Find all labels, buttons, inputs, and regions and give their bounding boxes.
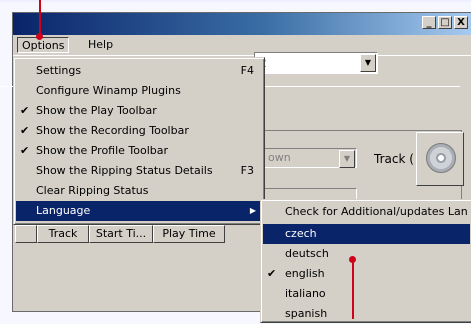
desktop-background	[0, 0, 471, 2]
menu-item-language[interactable]: Language ▶	[16, 201, 262, 221]
chevron-down-icon: ▼	[339, 150, 355, 168]
annotation-pointer-dot	[349, 256, 356, 263]
menu-item-show-ripping-status[interactable]: Show the Ripping Status Details F3	[16, 161, 262, 181]
menu-item-settings[interactable]: Settings F4	[16, 61, 262, 81]
annotation-pointer-line	[39, 0, 41, 36]
menu-help[interactable]: Help	[84, 37, 117, 53]
track-label: Track (	[374, 152, 414, 166]
menu-item-label: deutsch	[285, 247, 329, 260]
menu-item-label: Language	[36, 204, 91, 217]
menu-item-label: english	[285, 267, 325, 280]
minimize-button[interactable]: _	[422, 16, 436, 29]
accelerator-label: F3	[240, 164, 254, 177]
menu-item-show-recording-toolbar[interactable]: ✔ Show the Recording Toolbar	[16, 121, 262, 141]
menu-bar: Options Help	[13, 35, 471, 56]
language-submenu: Check for Additional/updates Lan czech d…	[260, 199, 471, 323]
accelerator-label: F4	[240, 64, 254, 77]
menu-item-show-profile-toolbar[interactable]: ✔ Show the Profile Toolbar	[16, 141, 262, 161]
menu-options[interactable]: Options	[17, 37, 70, 53]
menu-item-label: Settings	[36, 64, 82, 77]
menu-item-language-english[interactable]: ✔ english	[263, 264, 470, 284]
menu-item-show-play-toolbar[interactable]: ✔ Show the Play Toolbar	[16, 101, 262, 121]
title-bar[interactable]: _ □ X	[13, 13, 471, 35]
menu-item-label: Show the Ripping Status Details	[36, 164, 213, 177]
menu-item-check-language-updates[interactable]: Check for Additional/updates Lan	[263, 202, 470, 222]
column-header-track[interactable]: Track	[37, 225, 89, 243]
column-header-start-time[interactable]: Start Ti...	[89, 225, 153, 243]
menu-item-language-czech[interactable]: czech	[263, 224, 470, 244]
check-icon: ✔	[20, 124, 30, 137]
menu-item-label: Show the Profile Toolbar	[36, 144, 169, 157]
submenu-arrow-icon: ▶	[249, 206, 256, 215]
cd-drive-button[interactable]	[416, 132, 464, 186]
annotation-pointer-dot	[36, 33, 43, 40]
menu-item-language-spanish[interactable]: spanish	[263, 304, 470, 324]
menu-item-clear-ripping-status[interactable]: Clear Ripping Status	[16, 181, 262, 201]
menu-item-label: Show the Play Toolbar	[36, 104, 157, 117]
menu-item-label: Check for Additional/updates Lan	[285, 205, 468, 218]
menu-item-label: Show the Recording Toolbar	[36, 124, 189, 137]
menu-item-label: italiano	[285, 287, 326, 300]
maximize-button[interactable]: □	[438, 16, 452, 29]
disabled-select-value: own	[268, 151, 291, 164]
check-icon: ✔	[267, 267, 277, 280]
profile-select[interactable]: 2 ▼	[254, 52, 378, 74]
menu-item-language-deutsch[interactable]: deutsch	[263, 244, 470, 264]
menu-item-configure-plugins[interactable]: Configure Winamp Plugins	[16, 81, 262, 101]
annotation-pointer-line	[352, 259, 354, 319]
menu-item-label: spanish	[285, 307, 328, 320]
options-menu: Settings F4 Configure Winamp Plugins ✔ S…	[13, 57, 265, 225]
column-header-index[interactable]	[15, 225, 37, 243]
menu-item-label: Configure Winamp Plugins	[36, 84, 181, 97]
track-list-header: Track Start Ti... Play Time	[15, 225, 225, 243]
check-icon: ✔	[20, 104, 30, 117]
column-header-play-time[interactable]: Play Time	[153, 225, 225, 243]
cd-icon	[426, 143, 456, 173]
close-button[interactable]: X	[454, 16, 468, 29]
disabled-select: own ▼	[257, 148, 357, 168]
menu-item-label: Clear Ripping Status	[36, 184, 149, 197]
check-icon: ✔	[20, 144, 30, 157]
menu-item-language-italiano[interactable]: italiano	[263, 284, 470, 304]
chevron-down-icon[interactable]: ▼	[360, 54, 376, 72]
menu-item-label: czech	[285, 227, 317, 240]
